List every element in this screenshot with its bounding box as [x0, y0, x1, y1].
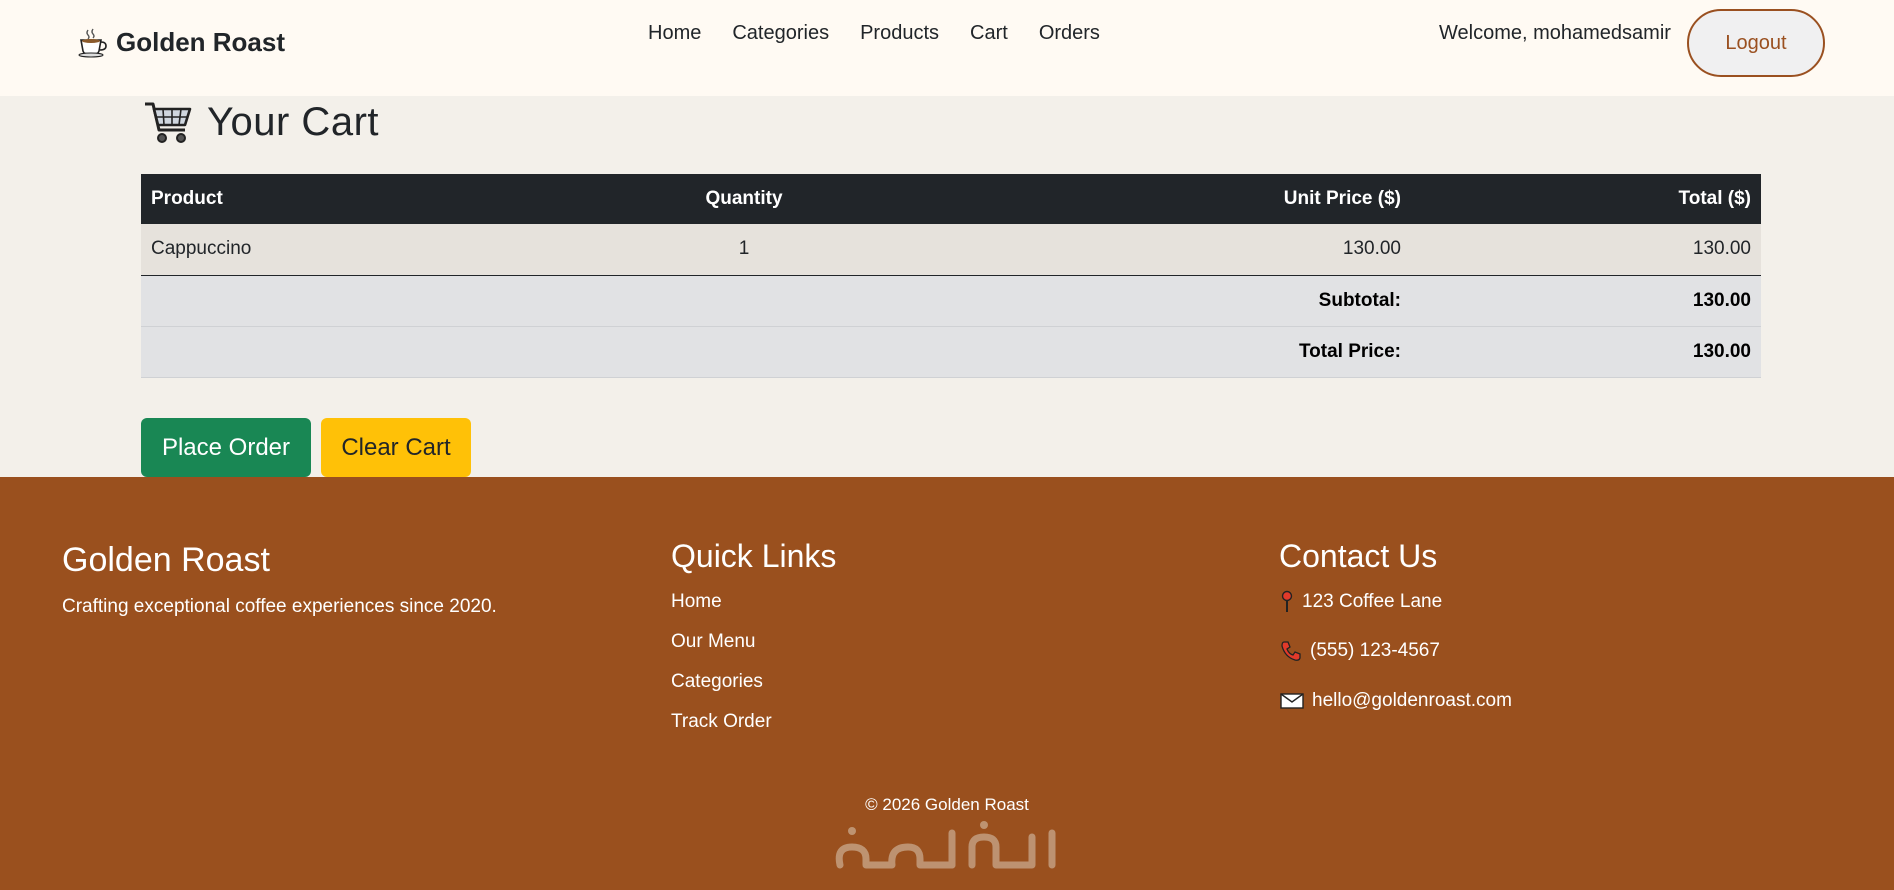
col-product: Product: [141, 174, 553, 224]
footer-tagline: Crafting exceptional coffee experiences …: [62, 596, 497, 617]
subtotal-label: Subtotal:: [141, 275, 1411, 327]
address-text: 123 Coffee Lane: [1302, 591, 1443, 612]
envelope-icon: [1280, 693, 1304, 709]
footer-link-home[interactable]: Home: [671, 591, 722, 613]
pin-icon: [1281, 590, 1293, 612]
footer-link-categories[interactable]: Categories: [671, 671, 763, 693]
total-value: 130.00: [1411, 326, 1761, 378]
nav-categories[interactable]: Categories: [732, 20, 829, 46]
copyright-text: © 2026 Golden Roast: [865, 795, 1029, 814]
total-label: Total Price:: [141, 326, 1411, 378]
cell-quantity: 1: [553, 224, 935, 276]
contact-email: hello@goldenroast.com: [1280, 690, 1512, 712]
site-footer: Golden Roast Crafting exceptional coffee…: [0, 477, 1894, 890]
nav-cart[interactable]: Cart: [970, 20, 1008, 46]
total-row: Total Price: 130.00: [141, 326, 1761, 378]
subtotal-value: 130.00: [1411, 275, 1761, 327]
logout-button[interactable]: Logout: [1687, 9, 1825, 77]
col-total: Total ($): [1411, 174, 1761, 224]
email-text: hello@goldenroast.com: [1312, 690, 1512, 711]
shopping-cart-icon: [145, 102, 192, 143]
contact-phone: (555) 123-4567: [1280, 640, 1440, 662]
clear-cart-button[interactable]: Clear Cart: [321, 418, 471, 477]
contact-title: Contact Us: [1279, 538, 1438, 574]
phone-text: (555) 123-4567: [1310, 640, 1440, 661]
brand-name: Golden Roast: [116, 26, 286, 57]
col-unit-price: Unit Price ($): [935, 174, 1411, 224]
cell-product: Cappuccino: [141, 224, 553, 276]
page-title: Your Cart: [143, 98, 379, 146]
cell-total: 130.00: [1411, 224, 1761, 276]
subtotal-row: Subtotal: 130.00: [141, 275, 1761, 327]
place-order-button[interactable]: Place Order: [141, 418, 311, 477]
cart-table: Product Quantity Unit Price ($) Total ($…: [141, 174, 1761, 378]
contact-address: 123 Coffee Lane: [1280, 590, 1442, 614]
nav-home[interactable]: Home: [648, 20, 701, 46]
coffee-cup-icon: [78, 28, 107, 58]
footer-link-track-order[interactable]: Track Order: [671, 711, 772, 733]
cell-unit-price: 130.00: [935, 224, 1411, 276]
top-navbar: Golden Roast Home Categories Products Ca…: [0, 0, 1894, 96]
welcome-text: Welcome, mohamedsamir: [1439, 22, 1671, 44]
cart-heading: Your Cart: [207, 99, 379, 144]
footer-brand: Golden Roast: [62, 541, 270, 579]
nav-products[interactable]: Products: [860, 20, 939, 46]
nav-links: Home Categories Products Cart Orders: [648, 20, 1100, 46]
col-quantity: Quantity: [553, 174, 935, 224]
nav-orders[interactable]: Orders: [1039, 20, 1100, 46]
footer-link-menu[interactable]: Our Menu: [671, 631, 755, 653]
table-header-row: Product Quantity Unit Price ($) Total ($…: [141, 174, 1761, 224]
brand-link[interactable]: Golden Roast: [76, 26, 285, 58]
khamsat-watermark-logo: [835, 821, 1056, 869]
quick-links-title: Quick Links: [671, 538, 837, 574]
table-row: Cappuccino 1 130.00 130.00: [141, 224, 1761, 276]
phone-icon: [1281, 641, 1301, 661]
